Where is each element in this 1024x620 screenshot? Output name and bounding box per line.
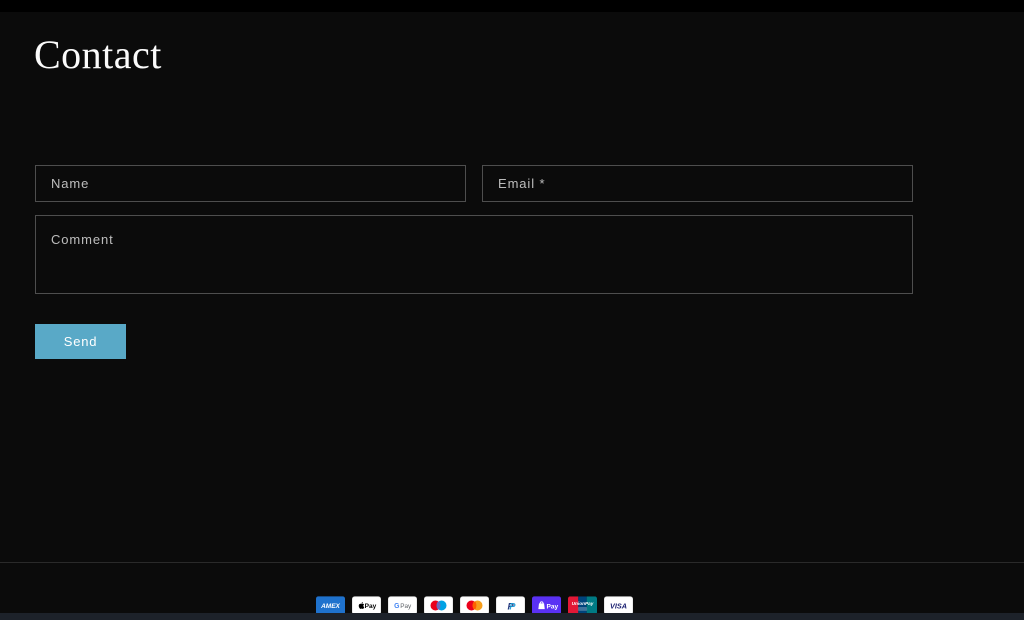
page-title: Contact [34,33,162,77]
footer-divider [0,562,1024,563]
svg-text:Pay: Pay [400,603,412,610]
svg-text:UnionPay: UnionPay [572,601,594,607]
svg-text:G: G [394,603,399,610]
send-button[interactable]: Send [35,324,126,359]
svg-text:Pay: Pay [547,604,559,611]
email-input[interactable] [482,165,913,202]
comment-textarea[interactable] [35,215,913,294]
svg-text:VISA: VISA [610,601,627,610]
contact-page: Contact Send AMEXPayGPayPPPayUnionPayVIS… [0,0,1024,620]
page-background [0,12,1024,613]
bottom-strip [0,613,1024,620]
name-input[interactable] [35,165,466,202]
svg-text:Pay: Pay [365,603,377,610]
svg-text:P: P [509,602,516,612]
svg-text:AMEX: AMEX [320,603,340,610]
